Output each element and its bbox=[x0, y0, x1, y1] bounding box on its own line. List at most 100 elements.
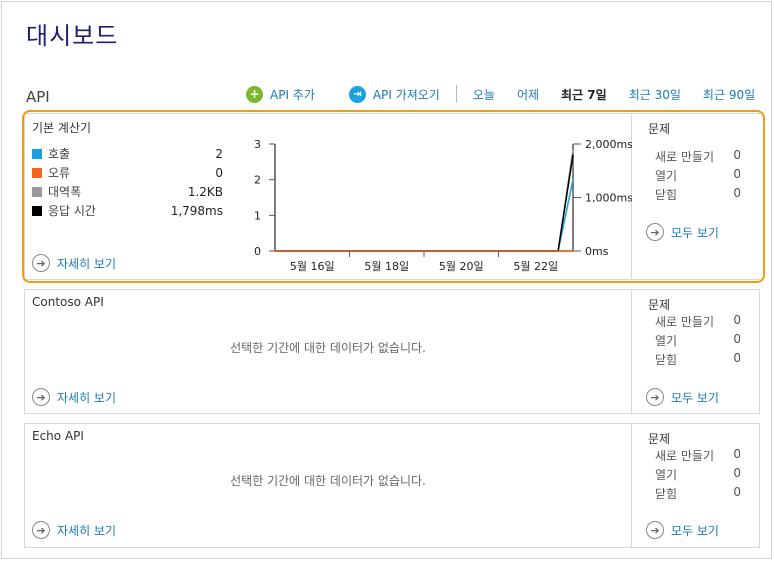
response-swatch bbox=[32, 205, 42, 216]
arrow-right-icon: ➔ bbox=[646, 388, 664, 406]
range-last-90-days[interactable]: 최근 90일 bbox=[703, 86, 755, 103]
metric-value: 1,798ms bbox=[170, 203, 223, 218]
x-axis-tick-label: 5월 20일 bbox=[439, 259, 484, 273]
series-line bbox=[275, 149, 574, 252]
view-all-label: 모두 보기 bbox=[671, 390, 719, 405]
view-all-label: 모두 보기 bbox=[671, 225, 719, 240]
right-axis-tick-label: 1,000ms bbox=[585, 192, 633, 205]
issue-count: 0 bbox=[733, 485, 741, 499]
metrics-list: 호출 2 오류 0 대역폭 1.2KB 응답 시간 1,798ms bbox=[32, 144, 223, 220]
metric-label: 호출 bbox=[48, 147, 71, 161]
import-api-label: API 가져오기 bbox=[372, 87, 440, 102]
import-icon: ⇥ bbox=[348, 85, 366, 103]
view-details-link[interactable]: ➔ 자세히 보기 bbox=[32, 254, 116, 272]
series-line bbox=[275, 154, 574, 252]
api-name: Echo API bbox=[32, 429, 84, 443]
issues-title: 문제 bbox=[648, 432, 671, 446]
issues-title: 문제 bbox=[648, 298, 671, 312]
metric-value: 0 bbox=[215, 165, 223, 180]
issue-new: 새로 만들기 0 bbox=[655, 148, 741, 165]
x-axis-tick-label: 5월 16일 bbox=[290, 259, 335, 273]
view-details-label: 자세히 보기 bbox=[57, 256, 117, 271]
usage-chart: 0 1 2 3 0ms 1,000ms 2,000ms 5월 16일 5월 18일 5월 20일 5… bbox=[254, 138, 633, 273]
issue-open: 열기 0 bbox=[655, 167, 741, 184]
range-today[interactable]: 오늘 bbox=[473, 86, 495, 103]
metric-value: 1.2KB bbox=[187, 184, 223, 199]
issue-label: 닫힘 bbox=[655, 353, 678, 367]
left-axis-tick-label: 2 bbox=[254, 174, 261, 187]
toolbar-divider bbox=[455, 85, 457, 103]
x-axis-tick-label: 5월 22일 bbox=[513, 259, 558, 273]
issue-closed: 닫힘 0 bbox=[655, 351, 741, 368]
metric-errors: 오류 0 bbox=[32, 163, 223, 182]
issue-count: 0 bbox=[733, 148, 741, 162]
issue-open: 열기 0 bbox=[655, 332, 741, 349]
issue-open: 열기 0 bbox=[655, 466, 741, 483]
view-all-issues-link[interactable]: ➔ 모두 보기 bbox=[646, 521, 719, 539]
issue-closed: 닫힘 0 bbox=[655, 186, 741, 203]
add-api-label: API 추가 bbox=[270, 87, 315, 102]
issue-new: 새로 만들기 0 bbox=[655, 313, 741, 330]
right-axis-tick-label: 2,000ms bbox=[585, 138, 633, 151]
arrow-right-icon: ➔ bbox=[646, 223, 664, 241]
issue-count: 0 bbox=[733, 332, 741, 346]
left-axis-tick-label: 0 bbox=[254, 245, 261, 258]
calls-swatch bbox=[32, 148, 42, 159]
api-name: 기본 계산기 bbox=[32, 121, 92, 135]
issue-count: 0 bbox=[733, 466, 741, 480]
view-all-issues-link[interactable]: ➔ 모두 보기 bbox=[646, 223, 719, 241]
arrow-right-icon: ➔ bbox=[32, 388, 50, 406]
bandwidth-swatch bbox=[32, 186, 42, 197]
view-all-label: 모두 보기 bbox=[671, 523, 719, 538]
right-axis-tick-label: 0ms bbox=[585, 245, 609, 258]
x-axis-tick-label: 5월 18일 bbox=[364, 259, 409, 273]
no-data-message: 선택한 기간에 대한 데이터가 없습니다. bbox=[230, 474, 426, 488]
issue-new: 새로 만들기 0 bbox=[655, 447, 741, 464]
section-title: API bbox=[26, 88, 50, 106]
view-details-label: 자세히 보기 bbox=[57, 390, 117, 405]
metric-label: 대역폭 bbox=[48, 185, 82, 199]
issues-title: 문제 bbox=[648, 122, 671, 136]
issue-label: 열기 bbox=[655, 468, 678, 482]
left-axis-tick-label: 1 bbox=[254, 209, 261, 222]
issues-panel-contoso: 문제 새로 만들기 0 열기 0 닫힘 0 ➔ 모두 보기 bbox=[632, 289, 760, 414]
metric-label: 응답 시간 bbox=[48, 204, 96, 218]
metric-value: 2 bbox=[215, 146, 223, 161]
add-api-button[interactable]: + API 추가 bbox=[246, 85, 315, 103]
view-details-link[interactable]: ➔ 자세히 보기 bbox=[32, 521, 116, 539]
api-card-basic-calculator: 기본 계산기 호출 2 오류 0 대역폭 1.2KB 응답 시간 1,798ms… bbox=[24, 113, 633, 280]
arrow-right-icon: ➔ bbox=[32, 254, 50, 272]
view-details-label: 자세히 보기 bbox=[57, 523, 117, 538]
issue-count: 0 bbox=[733, 313, 741, 327]
view-all-issues-link[interactable]: ➔ 모두 보기 bbox=[646, 388, 719, 406]
metric-bandwidth: 대역폭 1.2KB bbox=[32, 182, 223, 201]
view-details-link[interactable]: ➔ 자세히 보기 bbox=[32, 388, 116, 406]
errors-swatch bbox=[32, 167, 42, 178]
api-card-contoso: Contoso API 선택한 기간에 대한 데이터가 없습니다. ➔ 자세히 … bbox=[24, 289, 632, 414]
api-card-echo: Echo API 선택한 기간에 대한 데이터가 없습니다. ➔ 자세히 보기 bbox=[24, 423, 632, 548]
no-data-message: 선택한 기간에 대한 데이터가 없습니다. bbox=[230, 341, 426, 355]
issue-label: 열기 bbox=[655, 334, 678, 348]
issue-label: 새로 만들기 bbox=[655, 150, 715, 164]
left-axis-tick-label: 3 bbox=[254, 138, 261, 151]
issue-count: 0 bbox=[733, 186, 741, 200]
arrow-right-icon: ➔ bbox=[32, 521, 50, 539]
range-last-30-days[interactable]: 최근 30일 bbox=[629, 86, 681, 103]
metric-label: 오류 bbox=[48, 166, 71, 180]
arrow-right-icon: ➔ bbox=[646, 521, 664, 539]
issue-count: 0 bbox=[733, 447, 741, 461]
import-api-button[interactable]: ⇥ API 가져오기 bbox=[348, 85, 440, 103]
range-yesterday[interactable]: 어제 bbox=[517, 86, 539, 103]
issue-closed: 닫힘 0 bbox=[655, 485, 741, 502]
issue-label: 닫힘 bbox=[655, 487, 678, 501]
issues-panel-basic-calculator: 문제 새로 만들기 0 열기 0 닫힘 0 ➔ 모두 보기 bbox=[632, 113, 760, 280]
metric-calls: 호출 2 bbox=[32, 144, 223, 163]
issue-label: 새로 만들기 bbox=[655, 449, 715, 463]
toolbar: + API 추가 ⇥ API 가져오기 오늘 어제 최근 7일 최근 30일 최… bbox=[246, 85, 755, 103]
issue-count: 0 bbox=[733, 351, 741, 365]
range-last-7-days[interactable]: 최근 7일 bbox=[561, 86, 607, 103]
issues-panel-echo: 문제 새로 만들기 0 열기 0 닫힘 0 ➔ 모두 보기 bbox=[632, 423, 760, 548]
issue-label: 새로 만들기 bbox=[655, 315, 715, 329]
issue-count: 0 bbox=[733, 167, 741, 181]
api-name: Contoso API bbox=[32, 295, 104, 309]
